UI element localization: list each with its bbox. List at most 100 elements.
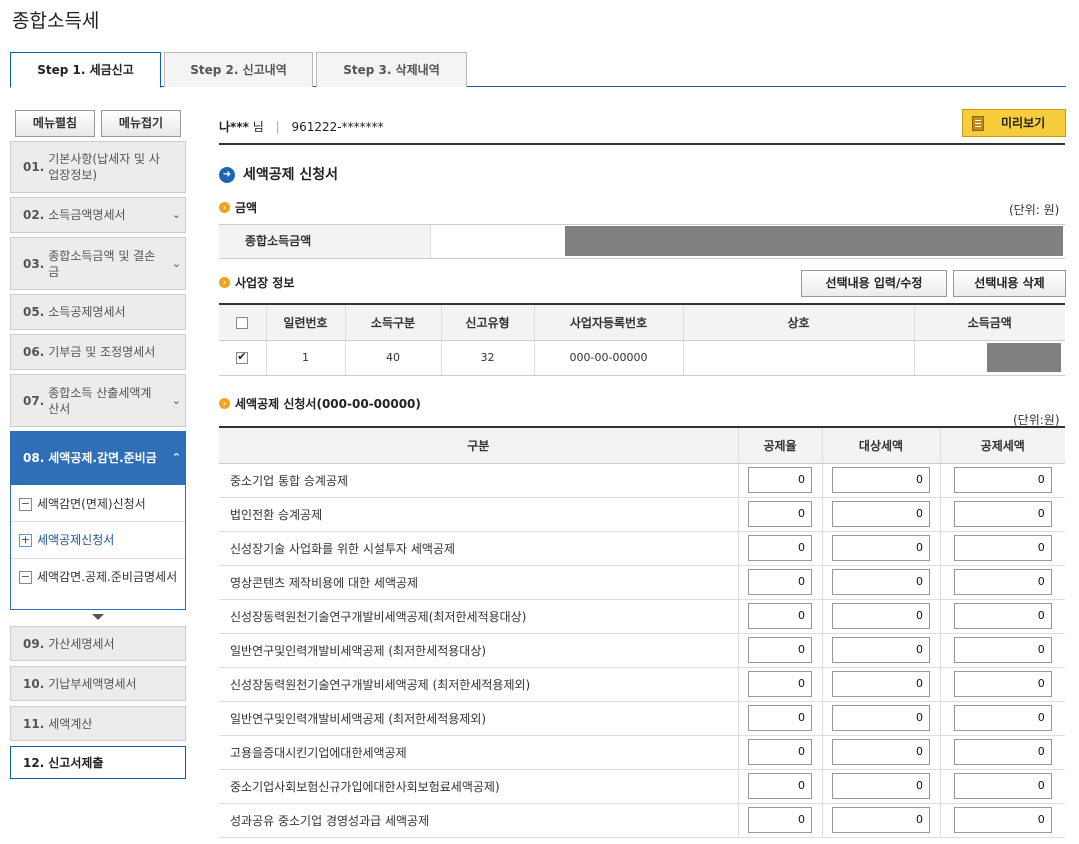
column-header: 신고유형: [440, 304, 534, 341]
submenu-item-tax-credit[interactable]: + 세액공제신청서: [11, 532, 185, 549]
deduction-name-cell: 법인전환 승계공제: [219, 497, 738, 532]
preview-label: 미리보기: [1001, 116, 1046, 130]
menu-collapse-button[interactable]: 메뉴접기: [101, 110, 181, 137]
amount-unit: (단위: 원): [1009, 203, 1060, 217]
section-title-text: 세액공제 신청서: [243, 167, 339, 183]
page-title: 종합소득세: [12, 10, 100, 32]
sidebar-item-total-income[interactable]: 03. 종합소득금액 및 결손금 ⌄: [10, 237, 186, 290]
target-tax-input[interactable]: 0: [832, 671, 930, 697]
chevron-down-icon[interactable]: ⌄: [172, 207, 181, 223]
deduct-tax-input[interactable]: 0: [953, 569, 1052, 595]
rate-input[interactable]: 0: [748, 535, 812, 561]
rate-input[interactable]: 0: [748, 569, 812, 595]
table-row: 일반연구및인력개발비세액공제 (최저한세적용대상) 0 0 0: [219, 633, 1065, 668]
tab-step3[interactable]: Step 3. 삭제내역: [316, 52, 467, 87]
rate-cell: 0: [737, 769, 822, 804]
target-tax-input[interactable]: 0: [832, 467, 930, 493]
sidebar-item-donation[interactable]: 06. 기부금 및 조정명세서: [10, 334, 186, 370]
preview-button[interactable]: 미리보기: [962, 109, 1066, 137]
deduct-tax-input[interactable]: 0: [953, 501, 1052, 527]
menu-label: 종합소득금액 및 결손금: [48, 248, 156, 279]
edit-selected-button[interactable]: 선택내용 입력/수정: [801, 270, 947, 297]
target-tax-input[interactable]: 0: [832, 569, 930, 595]
menu-number: 09.: [23, 636, 45, 651]
column-header: 일련번호: [265, 304, 345, 341]
tab-step2[interactable]: Step 2. 신고내역: [164, 52, 313, 87]
target-tax-input[interactable]: 0: [832, 705, 930, 731]
select-all-checkbox[interactable]: [236, 316, 249, 329]
menu-label: 소득공제명세서: [48, 305, 126, 319]
menu-label: 기본사항(납세자 및 사업장정보): [48, 152, 160, 182]
menu-label: 종합소득 산출세액계산서: [48, 385, 152, 416]
deduct-tax-input[interactable]: 0: [953, 603, 1052, 629]
table-row: 중소기업사회보험신규가입에대한사회보험료세액공제) 0 0 0: [219, 769, 1065, 804]
rate-input[interactable]: 0: [748, 467, 812, 493]
row-checkbox[interactable]: [236, 350, 249, 364]
column-header: 상호: [682, 304, 914, 341]
tab-step1[interactable]: Step 1. 세금신고: [10, 52, 161, 88]
target-cell: 0: [821, 599, 940, 634]
deduct-cell: 0: [939, 599, 1065, 634]
bullet-arrow-icon: ›: [219, 277, 230, 288]
deduct-tax-input[interactable]: 0: [953, 739, 1052, 765]
sidebar-item-submit[interactable]: 12. 신고서제출: [10, 746, 186, 779]
rate-input[interactable]: 0: [748, 773, 812, 799]
deduct-tax-input[interactable]: 0: [953, 671, 1052, 697]
menu-label: 세액공제.감면.준비금: [48, 450, 157, 465]
divider: [11, 558, 185, 559]
deduct-tax-input[interactable]: 0: [953, 637, 1052, 663]
sidebar-item-income-statement[interactable]: 02. 소득금액명세서 ⌄: [10, 197, 186, 233]
target-tax-input[interactable]: 0: [832, 501, 930, 527]
rate-input[interactable]: 0: [748, 739, 812, 765]
rate-input[interactable]: 0: [748, 807, 812, 833]
target-cell: 0: [821, 633, 940, 668]
sidebar-item-prepaid-tax[interactable]: 10. 기납부세액명세서: [10, 666, 186, 701]
deduct-tax-input[interactable]: 0: [953, 705, 1052, 731]
chevron-down-icon[interactable]: ⌄: [172, 393, 181, 409]
delete-selected-button[interactable]: 선택내용 삭제: [953, 270, 1066, 297]
sidebar-item-penalty[interactable]: 09. 가산세명세서: [10, 626, 186, 661]
target-tax-input[interactable]: 0: [832, 807, 930, 833]
menu-expand-button[interactable]: 메뉴펼침: [15, 110, 95, 137]
user-honorific: 님: [252, 120, 264, 134]
target-tax-input[interactable]: 0: [832, 637, 930, 663]
rate-input[interactable]: 0: [748, 603, 812, 629]
menu-number: 06.: [23, 345, 45, 359]
chevron-down-icon[interactable]: ⌄: [172, 256, 181, 272]
table-row: 고용을증대시킨기업에대한세액공제 0 0 0: [219, 735, 1065, 770]
deduction-name-cell: 영상콘텐츠 제작비용에 대한 세액공제: [219, 565, 738, 600]
deduction-name-cell: 고용을증대시킨기업에대한세액공제: [219, 735, 738, 770]
sidebar-item-tax-compute[interactable]: 11. 세액계산: [10, 706, 186, 741]
sidebar-item-tax-calculation[interactable]: 07. 종합소득 산출세액계산서 ⌄: [10, 374, 186, 427]
rate-input[interactable]: 0: [748, 501, 812, 527]
menu-number: 01.: [23, 160, 45, 174]
deduction-name-cell: 일반연구및인력개발비세액공제 (최저한세적용대상): [219, 633, 738, 668]
submenu-item-statement[interactable]: − 세액감면.공제.준비금명세서: [11, 569, 185, 586]
table-row[interactable]: 1 40 32 000-00-00000: [219, 340, 1065, 376]
deduct-tax-input[interactable]: 0: [953, 807, 1052, 833]
table-row: 신성장동력원천기술연구개발비세액공제 (최저한세적용제외) 0 0 0: [219, 667, 1065, 702]
target-tax-input[interactable]: 0: [832, 603, 930, 629]
deduct-cell: 0: [939, 667, 1065, 702]
deduct-tax-input[interactable]: 0: [953, 467, 1052, 493]
chevron-up-icon[interactable]: ⌃: [172, 450, 181, 466]
sidebar-item-tax-credit[interactable]: 08. 세액공제.감면.준비금 ⌃: [10, 431, 186, 484]
sidebar-item-basic-info[interactable]: 01. 기본사항(납세자 및 사업장정보): [10, 141, 186, 193]
amount-subtitle-text: 금액: [235, 201, 258, 215]
rate-input[interactable]: 0: [748, 705, 812, 731]
target-tax-input[interactable]: 0: [832, 773, 930, 799]
deduct-cell: 0: [939, 565, 1065, 600]
sidebar-item-income-deduction[interactable]: 05. 소득공제명세서: [10, 294, 186, 330]
rate-cell: 0: [737, 633, 822, 668]
target-cell: 0: [821, 803, 940, 838]
deduct-tax-input[interactable]: 0: [953, 773, 1052, 799]
deduct-tax-input[interactable]: 0: [953, 535, 1052, 561]
deduct-cell: 0: [939, 769, 1065, 804]
submenu-label: 세액공제신청서: [37, 533, 115, 547]
rate-input[interactable]: 0: [748, 637, 812, 663]
target-tax-input[interactable]: 0: [832, 739, 930, 765]
divider: [11, 521, 185, 522]
rate-input[interactable]: 0: [748, 671, 812, 697]
submenu-item-reduction[interactable]: − 세액감면(면제)신청서: [11, 496, 185, 513]
target-tax-input[interactable]: 0: [832, 535, 930, 561]
